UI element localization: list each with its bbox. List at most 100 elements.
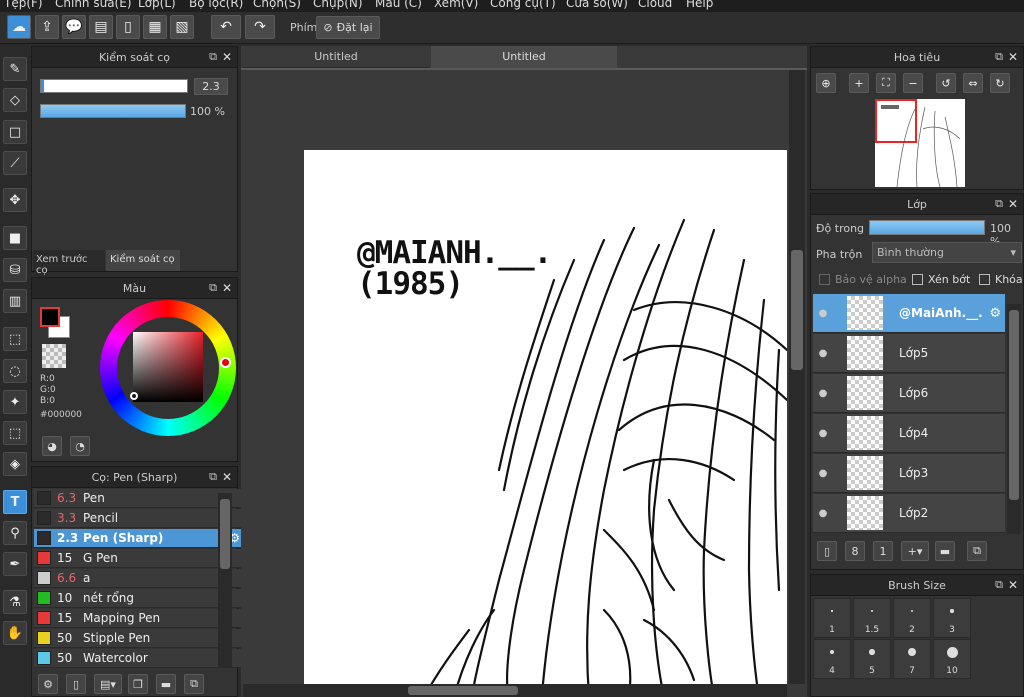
brush-item[interactable]: 3.3 Pencil [34, 509, 244, 528]
menu-edit[interactable]: Chỉnh sửa(E) [55, 0, 132, 10]
menu-filter[interactable]: Bộ lọc(R) [189, 0, 243, 10]
drawing-canvas[interactable]: @MAIANH.__. (1985) [304, 150, 787, 697]
share-icon[interactable]: ⇪ [35, 15, 59, 39]
tab-brush-preview[interactable]: Xem trước cọ [33, 250, 105, 276]
layer-folder-icon[interactable]: ▬ [935, 541, 955, 561]
text-tool-icon[interactable]: T [3, 490, 27, 514]
layer-opacity-slider[interactable] [869, 220, 985, 235]
menu-layer[interactable]: Lớp(L) [138, 0, 176, 10]
menu-select[interactable]: Chọn(S) [253, 0, 301, 10]
brush-item[interactable]: 50 Stipple Pen [34, 629, 244, 648]
menu-cloud[interactable]: Cloud [638, 0, 672, 10]
close-icon[interactable]: ✕ [1008, 197, 1018, 211]
close-icon[interactable]: ✕ [222, 50, 232, 64]
brush-size-option[interactable]: 3 [933, 598, 971, 638]
menu-view[interactable]: Xem(V) [434, 0, 478, 10]
menu-capture[interactable]: Chụp(N) [313, 0, 363, 10]
undock-icon[interactable]: ⧉ [995, 50, 1003, 64]
zoom-reset-icon[interactable]: ⊕ [816, 73, 836, 93]
new-8bit-layer-icon[interactable]: 8 [845, 541, 865, 561]
zoom-out-icon[interactable]: − [903, 73, 923, 93]
undock-icon[interactable]: ⧉ [209, 281, 217, 295]
lock-checkbox[interactable] [979, 274, 990, 285]
brush-size-option[interactable]: 10 [933, 639, 971, 679]
palette-add-icon[interactable]: ◔ [70, 436, 90, 456]
horizontal-scrollbar[interactable] [243, 684, 787, 697]
navigator-thumbnail[interactable] [875, 99, 965, 187]
document-icon[interactable]: ▯ [116, 15, 140, 39]
vertical-scrollbar[interactable] [789, 70, 805, 684]
brush-item[interactable]: 15 Mapping Pen [34, 609, 244, 628]
copy-brush-icon[interactable]: ❐ [128, 674, 148, 694]
brush-tool-icon[interactable]: ✎ [3, 57, 27, 81]
layer-row[interactable]: ● Lớp2 [813, 494, 1005, 533]
layer-row[interactable]: ● @MaiAnh.__. ⚙ [813, 294, 1005, 333]
duplicate-layer-icon[interactable]: ⧉ [967, 541, 987, 561]
menu-window[interactable]: Cửa sổ(W) [566, 0, 628, 10]
eyedropper-icon[interactable]: ⚗ [3, 590, 27, 614]
cloud-icon[interactable]: ☁ [7, 15, 31, 39]
brush-item[interactable]: 6.3 Pen [34, 489, 244, 508]
layer-scrollbar[interactable] [1007, 304, 1021, 534]
bucket-tool-icon[interactable]: ⛁ [3, 258, 27, 282]
new-brush-icon[interactable]: ▯ [66, 674, 86, 694]
size-value[interactable]: 2.3 [194, 78, 228, 95]
gradient-tool-icon[interactable]: ▥ [3, 289, 27, 313]
select-pen-icon[interactable]: ⬚ [3, 421, 27, 445]
close-icon[interactable]: ✕ [222, 470, 232, 484]
brush-item[interactable]: 50 Watercolor [34, 649, 244, 668]
close-icon[interactable]: ✕ [1008, 50, 1018, 64]
brush-size-option[interactable]: 5 [853, 639, 891, 679]
hand-tool-icon[interactable]: ✋ [3, 621, 27, 645]
tab-untitled-2[interactable]: Untitled [431, 46, 617, 68]
brush-size-option[interactable]: 1 [813, 598, 851, 638]
table-icon[interactable]: ▦ [143, 15, 167, 39]
transparent-color-swatch[interactable] [42, 344, 66, 368]
folder-icon[interactable]: ▬ [156, 674, 176, 694]
close-icon[interactable]: ✕ [1008, 578, 1018, 592]
reset-button[interactable]: ⊘ Đặt lại [316, 16, 380, 39]
visibility-icon[interactable]: ● [813, 428, 833, 439]
color-marker[interactable] [130, 392, 138, 400]
layer-menu-icon[interactable]: +▾ [901, 541, 929, 561]
zoom-in-icon[interactable]: + [849, 73, 869, 93]
brush-size-option[interactable]: 1.5 [853, 598, 891, 638]
size-slider[interactable] [40, 79, 188, 93]
menu-file[interactable]: Tệp(F) [4, 0, 43, 10]
visibility-icon[interactable]: ● [813, 468, 833, 479]
brush-size-option[interactable]: 4 [813, 639, 851, 679]
blend-mode-select[interactable]: Bình thường ▾ [872, 242, 1022, 263]
select-eraser-icon[interactable]: ◈ [3, 452, 27, 476]
visibility-icon[interactable]: ● [813, 348, 833, 359]
close-icon[interactable]: ✕ [222, 281, 232, 295]
visibility-icon[interactable]: ● [813, 388, 833, 399]
layer-row[interactable]: ● Lớp3 [813, 454, 1005, 493]
brush-menu-icon[interactable]: ▤▾ [94, 674, 122, 694]
saturation-value-square[interactable] [133, 332, 203, 402]
duplicate-icon[interactable]: ⧉ [184, 674, 204, 694]
rotate-right-icon[interactable]: ↻ [990, 73, 1010, 93]
fill-rect-tool-icon[interactable]: ■ [3, 226, 27, 250]
clipping-checkbox[interactable] [912, 274, 923, 285]
opacity-slider[interactable] [40, 104, 186, 118]
hue-marker[interactable] [220, 357, 231, 368]
line-tool-icon[interactable]: ⟋ [3, 151, 27, 175]
panel-tool-icon[interactable]: ⚲ [3, 521, 27, 545]
menu-color[interactable]: Màu (C) [375, 0, 422, 10]
redo-icon[interactable]: ↷ [245, 15, 275, 39]
undock-icon[interactable]: ⧉ [995, 197, 1003, 211]
speech-bubble-icon[interactable]: 💬 [62, 15, 86, 39]
tab-brush-control[interactable]: Kiểm soát cọ [106, 250, 180, 271]
new-1bit-layer-icon[interactable]: 1 [873, 541, 893, 561]
undo-icon[interactable]: ↶ [211, 15, 241, 39]
brush-size-option[interactable]: 7 [893, 639, 931, 679]
undock-icon[interactable]: ⧉ [209, 470, 217, 484]
comment-icon[interactable]: ▤ [89, 15, 113, 39]
brush-item[interactable]: 10 nét rổng [34, 589, 244, 608]
brush-item[interactable]: 2.3 Pen (Sharp) ⚙ [34, 529, 244, 548]
rotate-left-icon[interactable]: ↺ [936, 73, 956, 93]
eraser-tool-icon[interactable]: ◇ [3, 88, 27, 112]
rect-tool-icon[interactable]: □ [3, 120, 27, 144]
brush-size-option[interactable]: 2 [893, 598, 931, 638]
new-layer-icon[interactable]: ▯ [817, 541, 837, 561]
